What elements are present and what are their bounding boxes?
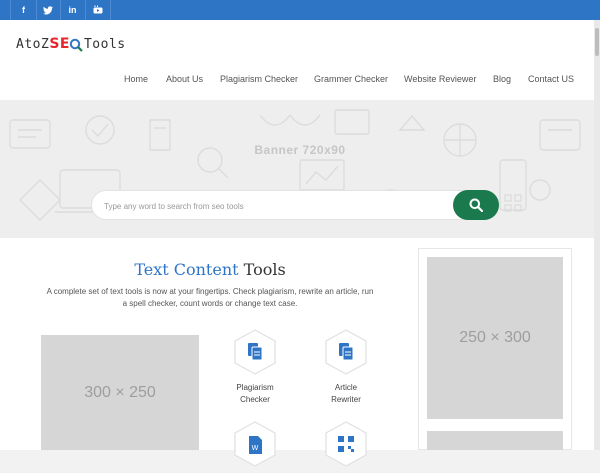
tool-label: Article Rewriter bbox=[331, 383, 361, 404]
tool-plagiarism-checker[interactable]: Plagiarism Checker bbox=[215, 328, 295, 406]
site-header: AtoZ SE Tools Home About Us Plagiarism Che… bbox=[0, 20, 600, 100]
magnifier-logo-icon bbox=[69, 38, 83, 52]
scrollbar-track[interactable] bbox=[594, 20, 600, 450]
qr-code-icon bbox=[325, 421, 367, 467]
social-bar: f in bbox=[0, 0, 600, 20]
ad-sidebar-secondary[interactable] bbox=[427, 431, 563, 450]
logo-seo: SE bbox=[49, 36, 70, 52]
scrollbar-thumb[interactable] bbox=[595, 28, 599, 56]
search-icon bbox=[469, 198, 483, 212]
svg-text:W: W bbox=[252, 444, 259, 452]
rewriter-document-icon bbox=[325, 329, 367, 375]
nav-contact-us[interactable]: Contact US bbox=[528, 74, 574, 84]
site-logo[interactable]: AtoZ SE Tools bbox=[16, 36, 126, 52]
youtube-icon[interactable] bbox=[85, 0, 111, 20]
nav-about-us[interactable]: About Us bbox=[166, 74, 203, 84]
tool-article-rewriter[interactable]: Article Rewriter bbox=[306, 328, 386, 406]
tool-partial-3[interactable]: W bbox=[215, 420, 295, 468]
section-title-highlight: Text Content bbox=[134, 260, 239, 279]
plagiarism-document-icon bbox=[234, 329, 276, 375]
ad-300x250[interactable]: 300 × 250 bbox=[41, 335, 199, 450]
ad-250x300[interactable]: 250 × 300 bbox=[427, 257, 563, 419]
nav-plagiarism-checker[interactable]: Plagiarism Checker bbox=[220, 74, 298, 84]
section-title: Text Content Tools bbox=[40, 260, 380, 279]
hero-banner: Banner 720x90 bbox=[0, 100, 600, 238]
word-document-icon: W bbox=[234, 421, 276, 467]
search-button[interactable] bbox=[453, 190, 499, 220]
nav-website-reviewer[interactable]: Website Reviewer bbox=[404, 74, 476, 84]
section-description: A complete set of text tools is now at y… bbox=[46, 287, 374, 308]
facebook-icon[interactable]: f bbox=[10, 0, 37, 20]
nav-blog[interactable]: Blog bbox=[493, 74, 511, 84]
search-bar bbox=[91, 190, 499, 220]
linkedin-icon[interactable]: in bbox=[60, 0, 86, 20]
logo-prefix: AtoZ bbox=[16, 36, 50, 52]
twitter-icon[interactable] bbox=[35, 0, 61, 20]
tool-label: Plagiarism Checker bbox=[236, 383, 274, 404]
main-nav: Home About Us Plagiarism Checker Grammer… bbox=[0, 74, 600, 94]
logo-suffix: Tools bbox=[83, 36, 126, 52]
nav-grammer-checker[interactable]: Grammer Checker bbox=[314, 74, 388, 84]
banner-ad-text: Banner 720x90 bbox=[254, 143, 346, 157]
nav-home[interactable]: Home bbox=[124, 74, 148, 84]
section-title-rest: Tools bbox=[238, 260, 286, 279]
tool-partial-4[interactable] bbox=[306, 420, 386, 468]
search-input[interactable] bbox=[102, 195, 446, 217]
